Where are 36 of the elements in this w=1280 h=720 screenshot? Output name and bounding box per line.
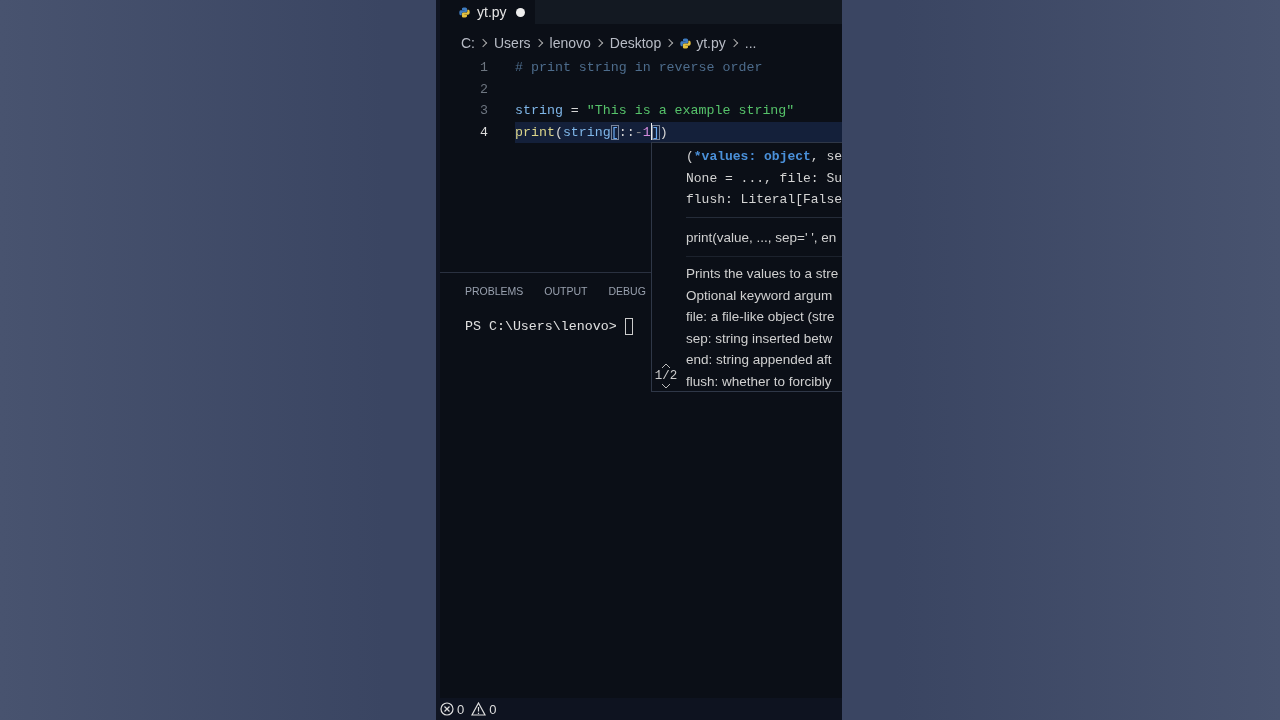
doc-line: end: string appended aft: [686, 351, 833, 369]
panel-tab[interactable]: DEBUG: [608, 285, 646, 301]
breadcrumb-item[interactable]: Users: [494, 35, 531, 51]
code-line: # print string in reverse order: [515, 59, 764, 77]
chevron-up-icon[interactable]: [661, 363, 671, 369]
breadcrumb-item[interactable]: lenovo: [549, 35, 591, 51]
signature-counter: 1/2: [654, 369, 678, 383]
line-number: 1: [479, 60, 488, 76]
chevron-down-icon[interactable]: [661, 383, 671, 389]
editor-tab[interactable]: yt.py: [440, 0, 535, 24]
breadcrumb-item[interactable]: C:: [461, 35, 475, 51]
breadcrumb-item[interactable]: ...: [744, 35, 757, 51]
line-number: 2: [479, 81, 488, 97]
signature-label: print(value, ..., sep=' ', en: [686, 217, 842, 257]
file-icon: [680, 37, 692, 49]
breadcrumb-item[interactable]: Desktop: [609, 35, 662, 51]
breadcrumb-item[interactable]: yt.py: [680, 35, 726, 51]
doc-line: file: a file-like object (stre: [686, 308, 836, 326]
code-line: string = "This is a example string": [515, 102, 796, 120]
panel-tab[interactable]: PROBLEMS: [465, 285, 524, 301]
warning-icon: [471, 702, 487, 716]
error-icon: [440, 702, 454, 716]
doc-line: Prints the values to a stre: [686, 265, 840, 283]
doc-line: sep: string inserted betw: [686, 329, 834, 348]
signature-code-line: None = ..., file: Su: [686, 169, 842, 188]
panel-tab[interactable]: OUTPUT: [544, 285, 588, 301]
line-number: 4: [479, 124, 488, 140]
doc-line: Optional keyword argum: [686, 286, 834, 305]
doc-line: flush: whether to forcibly: [686, 372, 833, 391]
signature-code-line: (*values: object, se: [686, 148, 842, 166]
line-number: 3: [479, 103, 488, 119]
terminal-cursor: [624, 318, 633, 335]
problems-status[interactable]: 0 0: [440, 701, 497, 717]
terminal-prompt: PS C:\Users\lenovo>: [465, 319, 617, 334]
signature-code-line: flush: Literal[False: [686, 191, 842, 209]
file-icon: [459, 6, 470, 18]
